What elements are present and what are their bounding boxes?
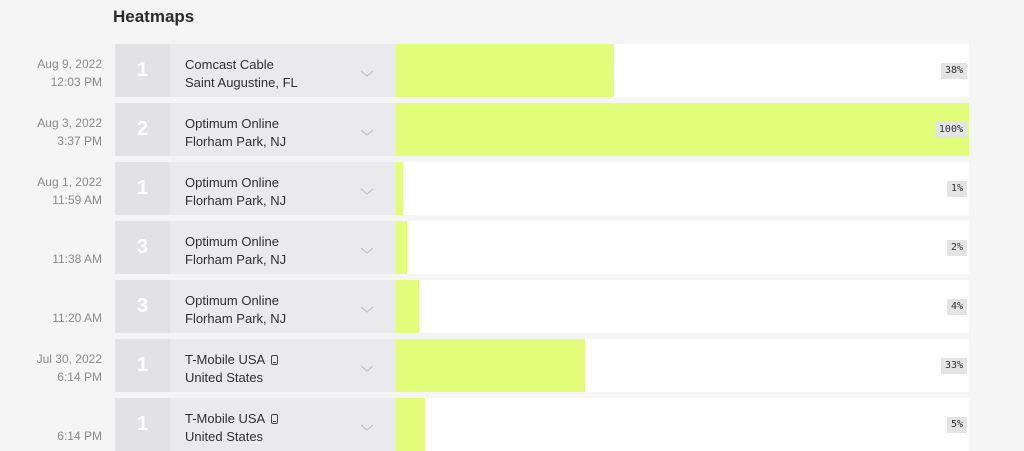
visit-date-time: 11:38 AM	[52, 252, 102, 266]
heat-bar-fill	[396, 44, 614, 97]
visit-date: 11:38 AM	[0, 221, 102, 274]
visitor-location: United States	[185, 370, 264, 385]
percent-badge: 5%	[946, 417, 967, 433]
visitor-info[interactable]: T-Mobile USA United States	[170, 398, 396, 451]
visit-date: Jul 30, 2022 6:14 PM	[0, 339, 102, 392]
heat-bar-fill	[396, 162, 403, 215]
percent-badge: 1%	[946, 181, 967, 197]
heat-bar-fill	[396, 339, 585, 392]
percent-badge: 4%	[946, 299, 967, 315]
visitor-location: Florham Park, NJ	[185, 252, 287, 267]
mobile-phone-icon	[271, 413, 279, 424]
percent-badge: 33%	[940, 358, 967, 374]
visit-count: 1	[115, 339, 170, 392]
chevron-down-icon[interactable]	[360, 365, 374, 373]
isp-label: T-Mobile USA	[185, 352, 266, 367]
mobile-phone-icon	[271, 354, 279, 365]
visit-date-time: 11:20 AM	[52, 311, 102, 325]
isp-name: T-Mobile USA	[185, 411, 279, 426]
visit-date-day: Aug 1, 2022	[37, 175, 102, 189]
visit-date: Aug 1, 2022 11:59 AM	[0, 162, 102, 215]
visit-date-time: 3:37 PM	[57, 134, 102, 148]
heatmap-row[interactable]: 6:14 PM 1 T-Mobile USA United States 5%	[0, 398, 1024, 451]
isp-label: Optimum Online	[185, 234, 279, 249]
visit-count: 1	[115, 398, 170, 451]
heat-bar-track: 100%	[396, 103, 969, 156]
visit-date-time: 12:03 PM	[50, 75, 102, 89]
visit-date-day: Aug 3, 2022	[37, 116, 102, 130]
chevron-down-icon[interactable]	[360, 188, 374, 196]
heat-bar-track: 5%	[396, 398, 969, 451]
heat-bar-fill	[396, 280, 419, 333]
chevron-down-icon[interactable]	[360, 424, 374, 432]
heat-bar-track: 4%	[396, 280, 969, 333]
visitor-info[interactable]: Comcast Cable Saint Augustine, FL	[170, 44, 396, 97]
heat-bar-track: 38%	[396, 44, 969, 97]
visitor-info[interactable]: T-Mobile USA United States	[170, 339, 396, 392]
visit-date: Aug 9, 2022 12:03 PM	[0, 44, 102, 97]
visitor-location: United States	[185, 429, 264, 444]
isp-name: Comcast Cable	[185, 57, 274, 72]
visit-date-day: Aug 9, 2022	[37, 57, 102, 71]
visitor-info[interactable]: Optimum Online Florham Park, NJ	[170, 280, 396, 333]
visit-date: Aug 3, 2022 3:37 PM	[0, 103, 102, 156]
heatmap-row[interactable]: 11:38 AM 3 Optimum Online Florham Park, …	[0, 221, 1024, 274]
isp-label: T-Mobile USA	[185, 411, 266, 426]
visit-date-day: Jul 30, 2022	[36, 352, 102, 366]
heatmap-row[interactable]: 11:20 AM 3 Optimum Online Florham Park, …	[0, 280, 1024, 333]
isp-name: Optimum Online	[185, 175, 279, 190]
heat-bar-track: 2%	[396, 221, 969, 274]
heatmap-row[interactable]: Aug 9, 2022 12:03 PM 1 Comcast Cable Sai…	[0, 44, 1024, 97]
chevron-down-icon[interactable]	[360, 70, 374, 78]
heat-bar-fill	[396, 103, 969, 156]
visitor-location: Saint Augustine, FL	[185, 75, 298, 90]
chevron-down-icon[interactable]	[360, 129, 374, 137]
visit-date-time: 6:14 PM	[57, 370, 102, 384]
heatmap-row[interactable]: Aug 3, 2022 3:37 PM 2 Optimum Online Flo…	[0, 103, 1024, 156]
visit-date: 11:20 AM	[0, 280, 102, 333]
percent-badge: 2%	[946, 240, 967, 256]
heat-bar-track: 1%	[396, 162, 969, 215]
isp-name: T-Mobile USA	[185, 352, 279, 367]
percent-badge: 100%	[934, 122, 967, 138]
visit-date: 6:14 PM	[0, 398, 102, 451]
visit-date-time: 11:59 AM	[52, 193, 102, 207]
percent-badge: 38%	[940, 63, 967, 79]
heat-bar-fill	[396, 221, 407, 274]
visit-count: 3	[115, 280, 170, 333]
visit-count: 3	[115, 221, 170, 274]
isp-label: Comcast Cable	[185, 57, 274, 72]
visit-count: 1	[115, 162, 170, 215]
visitor-location: Florham Park, NJ	[185, 193, 287, 208]
visitor-info[interactable]: Optimum Online Florham Park, NJ	[170, 103, 396, 156]
visitor-info[interactable]: Optimum Online Florham Park, NJ	[170, 221, 396, 274]
isp-name: Optimum Online	[185, 234, 279, 249]
isp-label: Optimum Online	[185, 175, 279, 190]
visit-count: 1	[115, 44, 170, 97]
heat-bar-fill	[396, 398, 425, 451]
visitor-location: Florham Park, NJ	[185, 311, 287, 326]
heatmap-row[interactable]: Aug 1, 2022 11:59 AM 1 Optimum Online Fl…	[0, 162, 1024, 215]
isp-name: Optimum Online	[185, 293, 279, 308]
isp-label: Optimum Online	[185, 293, 279, 308]
visitor-info[interactable]: Optimum Online Florham Park, NJ	[170, 162, 396, 215]
chevron-down-icon[interactable]	[360, 247, 374, 255]
visit-date-time: 6:14 PM	[57, 429, 102, 443]
chevron-down-icon[interactable]	[360, 306, 374, 314]
isp-name: Optimum Online	[185, 116, 279, 131]
page-title: Heatmaps	[113, 7, 195, 26]
visitor-location: Florham Park, NJ	[185, 134, 287, 149]
heat-bar-track: 33%	[396, 339, 969, 392]
visit-count: 2	[115, 103, 170, 156]
heatmap-row[interactable]: Jul 30, 2022 6:14 PM 1 T-Mobile USA Unit…	[0, 339, 1024, 392]
isp-label: Optimum Online	[185, 116, 279, 131]
